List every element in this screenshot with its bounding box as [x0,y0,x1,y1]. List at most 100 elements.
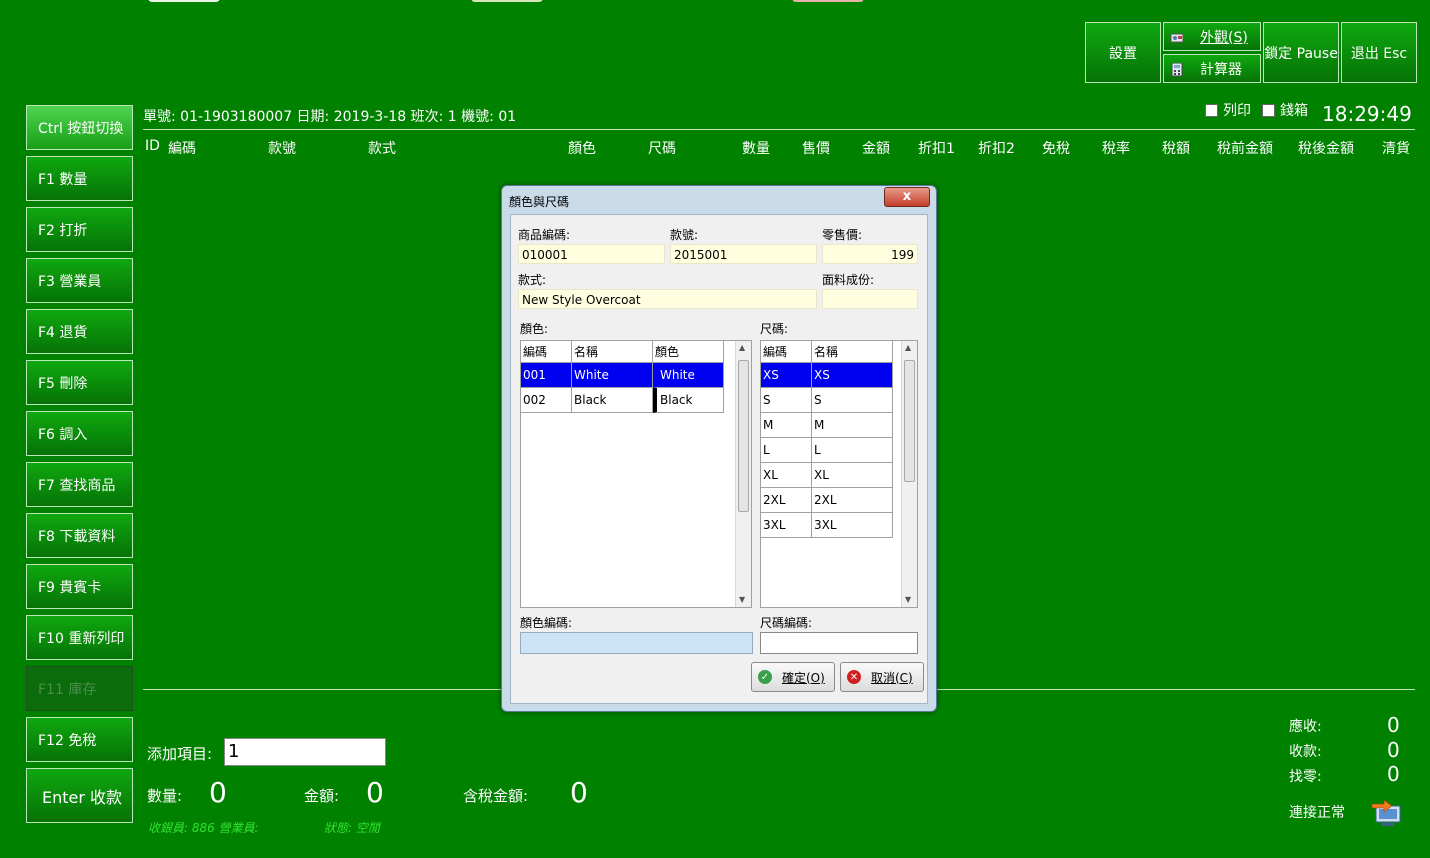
style-no-field[interactable]: 2015001 [670,244,817,264]
sidebar-button[interactable]: F10 重新列印 [26,615,133,660]
column-header: 金額 [862,141,890,157]
scroll-up-arrow-icon[interactable]: ▲ [905,343,911,352]
color-grid-header[interactable]: 顏色 [653,341,724,363]
size-cell-code[interactable]: S [761,388,812,413]
sidebar-button[interactable]: F9 貴賓卡 [26,564,133,609]
size-cell-name[interactable]: 3XL [812,513,893,538]
settings-button[interactable]: 設置 [1085,22,1161,83]
add-item-input[interactable]: 1 [224,738,386,766]
appearance-button[interactable]: 外觀(S) [1163,22,1261,51]
size-cell-name[interactable]: L [812,438,893,463]
scroll-up-arrow-icon[interactable]: ▲ [739,343,745,352]
sidebar-button[interactable]: F8 下載資料 [26,513,133,558]
ok-label: 確定(O) [782,670,825,685]
print-checkbox[interactable]: 列印 [1205,100,1251,120]
size-grid-scrollbar[interactable]: ▲ ▼ [901,341,917,607]
sidebar-button[interactable]: Ctrl 按鈕切換 [26,105,133,150]
column-header: 稅率 [1102,141,1130,157]
top-tab-strip [471,0,543,2]
scroll-down-arrow-icon[interactable]: ▼ [905,595,911,604]
color-cell-name[interactable]: Black [572,388,653,413]
exit-button[interactable]: 退出 Esc [1341,22,1417,83]
amount-value: 0 [366,776,384,809]
column-header: 款式 [368,141,396,157]
color-cell-code[interactable]: 001 [521,363,572,388]
color-cell-color[interactable]: White [653,363,724,388]
sidebar-button[interactable]: F5 刪除 [26,360,133,405]
size-code-input[interactable] [760,632,918,654]
size-cell-code[interactable]: 3XL [761,513,812,538]
color-code-input[interactable] [520,632,753,654]
color-grid[interactable]: 編碼 名稱 顏色 001 White White 002 Black Black ▲ ▼ [520,340,752,608]
dialog-close-button[interactable]: x [884,187,930,207]
color-cell-code[interactable]: 002 [521,388,572,413]
dialog-title: 顏色與尺碼 [509,195,570,209]
color-grid-header[interactable]: 編碼 [521,341,572,363]
sidebar-button[interactable]: F7 查找商品 [26,462,133,507]
fabric-field[interactable] [822,289,918,309]
size-cell-code[interactable]: M [761,413,812,438]
ok-button[interactable]: ✓ 確定(O) [751,662,835,692]
column-header: 稅後金額 [1298,141,1354,157]
column-header: 免稅 [1042,141,1070,157]
cashbox-checkbox-box[interactable] [1262,103,1275,117]
sidebar-button-label: F2 打折 [38,222,88,239]
column-header: 顏色 [568,141,596,157]
scrollbar-thumb[interactable] [738,360,749,512]
exit-label: 退出 Esc [1350,45,1408,62]
size-cell-name[interactable]: XL [812,463,893,488]
sidebar-button[interactable]: F12 免稅 [26,717,133,762]
sidebar-button[interactable]: F1 數量 [26,156,133,201]
size-cell-code[interactable]: XS [761,363,812,388]
sidebar-button[interactable]: F2 打折 [26,207,133,252]
size-cell-code[interactable]: 2XL [761,488,812,513]
calculator-icon [1170,62,1184,76]
connection-label: 連接正常 [1289,805,1345,821]
top-tab-strip [148,0,220,2]
cashier-status: 收銀員: 886 營業員: [148,821,259,835]
scrollbar-thumb[interactable] [904,360,915,482]
calculator-button[interactable]: 計算器 [1163,54,1261,83]
received-value: 0 [1387,738,1400,762]
product-code-field[interactable]: 010001 [518,244,665,264]
color-grid-scrollbar[interactable]: ▲ ▼ [735,341,751,607]
size-grid-header[interactable]: 名稱 [812,341,893,363]
cashbox-checkbox[interactable]: 錢箱 [1262,100,1308,120]
print-checkbox-box[interactable] [1205,103,1218,117]
size-cell-name[interactable]: M [812,413,893,438]
color-cell-name[interactable]: White [572,363,653,388]
order-info: 單號: 01-1903180007 日期: 2019-3-18 班次: 1 機號… [143,109,517,125]
change-value: 0 [1387,762,1400,786]
sidebar-button[interactable]: F4 退貨 [26,309,133,354]
sidebar-button[interactable]: F6 調入 [26,411,133,456]
sidebar-button-label: F11 庫存 [38,681,97,698]
size-cell-name[interactable]: 2XL [812,488,893,513]
size-cell-name[interactable]: S [812,388,893,413]
color-grid-header[interactable]: 名稱 [572,341,653,363]
close-icon: x [902,189,912,204]
cashbox-checkbox-label: 錢箱 [1280,103,1308,119]
column-header: 折扣2 [978,141,1015,157]
size-cell-code[interactable]: XL [761,463,812,488]
color-cell-color[interactable]: Black [653,388,724,413]
sidebar-button[interactable]: F3 營業員 [26,258,133,303]
size-grid-header[interactable]: 編碼 [761,341,812,363]
cancel-button[interactable]: ✕ 取消(C) [840,662,924,692]
sidebar-button[interactable]: Enter 收款 [26,768,133,823]
change-label: 找零: [1289,769,1322,785]
fabric-label: 面料成份: [822,273,875,287]
sidebar-button-label: F8 下載資料 [38,528,116,545]
sidebar-button-label: F9 貴賓卡 [38,579,102,596]
lock-button[interactable]: 鎖定 Pause [1263,22,1339,83]
sidebar-button-label: F7 查找商品 [38,477,116,494]
sidebar-button-label: F12 免稅 [38,732,97,749]
size-section-label: 尺碼: [760,322,789,336]
scroll-down-arrow-icon[interactable]: ▼ [739,595,745,604]
size-cell-code[interactable]: L [761,438,812,463]
retail-price-field[interactable]: 199 [822,244,918,264]
style-field[interactable]: New Style Overcoat [518,289,817,309]
clock: 18:29:49 [1322,102,1412,126]
size-grid[interactable]: 編碼 名稱 XS XS S S M M L L XL XL 2XL 2XL 3XL 3XL ▲ ▼ [760,340,918,608]
size-cell-name[interactable]: XS [812,363,893,388]
sidebar-button-label: Enter 收款 [42,787,123,807]
